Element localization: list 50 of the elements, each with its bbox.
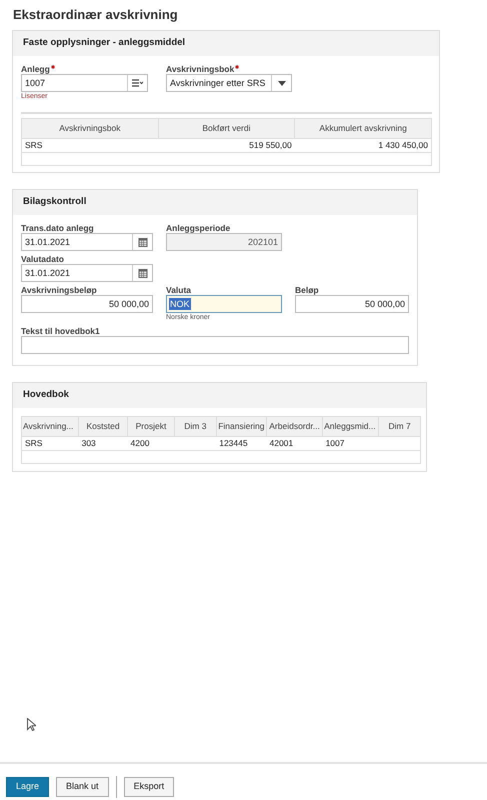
column-header[interactable]: Prosjekt	[128, 416, 174, 436]
field-label: Avskrivningsbok	[166, 64, 234, 74]
column-header[interactable]: Finansiering	[216, 416, 266, 436]
input-field[interactable]: 50 000,00	[295, 295, 409, 313]
input-field[interactable]: 31.01.2021	[21, 233, 153, 251]
list-icon[interactable]	[132, 79, 143, 87]
field-label: Trans.dato anlegg	[21, 223, 94, 233]
input-field[interactable]	[21, 336, 409, 354]
field-label: Anlegg	[21, 64, 50, 74]
table-cell: 4200	[128, 436, 174, 450]
table-cell: 519 550,00	[158, 138, 295, 152]
action-button[interactable]: Lagre	[6, 777, 50, 797]
input-field[interactable]: 50 000,00	[21, 295, 153, 313]
table-cell: 1 430 450,00	[294, 138, 432, 152]
input-field[interactable]: NOK	[166, 295, 282, 313]
page-title: Ekstraordinær avskrivning	[13, 6, 179, 24]
field-label: Beløp	[295, 285, 319, 295]
column-header[interactable]: Anleggsmid...	[322, 416, 379, 436]
column-header[interactable]: Dim 7	[378, 416, 420, 436]
column-header[interactable]: Avskrivning...	[22, 416, 79, 436]
field-label: Valutadato	[21, 254, 64, 264]
panel-title: Hovedbok	[13, 383, 426, 408]
column-header[interactable]: Koststed	[78, 416, 128, 436]
action-button[interactable]: Eksport	[124, 777, 174, 797]
select-field[interactable]: Avskrivninger etter SRS	[166, 74, 292, 92]
panel-title: Faste opplysninger - anleggsmiddel	[13, 31, 439, 56]
column-header[interactable]: Arbeidsordr...	[266, 416, 323, 436]
table-cell: 123445	[216, 436, 266, 450]
table-cell: SRS	[22, 138, 158, 152]
table-cell: 42001	[266, 436, 323, 450]
table-cell: 1007	[322, 436, 379, 450]
field-label: Avskrivningsbeløp	[21, 285, 97, 295]
table-cell: SRS	[22, 436, 79, 450]
field-label: Valuta	[166, 285, 192, 295]
column-header[interactable]: Akkumulert avskrivning	[294, 118, 432, 138]
table-cell: 303	[78, 436, 128, 450]
field-label: Anleggsperiode	[166, 223, 230, 233]
column-header[interactable]: Dim 3	[174, 416, 216, 436]
field-label: Tekst til hovedbok1	[21, 326, 100, 336]
action-button[interactable]: Blank ut	[56, 777, 109, 797]
column-header[interactable]: Avskrivningsbok	[22, 118, 158, 138]
calendar-icon[interactable]	[138, 237, 148, 247]
cursor-icon	[27, 718, 36, 731]
panel-title: Bilagskontroll	[13, 190, 417, 215]
input-field[interactable]: 1007	[21, 74, 148, 92]
input-field: 202101	[166, 233, 282, 251]
caret-icon[interactable]	[278, 80, 286, 86]
input-field[interactable]: 31.01.2021	[21, 264, 153, 282]
column-header[interactable]: Bokført verdi	[158, 118, 295, 138]
calendar-icon[interactable]	[138, 268, 148, 278]
